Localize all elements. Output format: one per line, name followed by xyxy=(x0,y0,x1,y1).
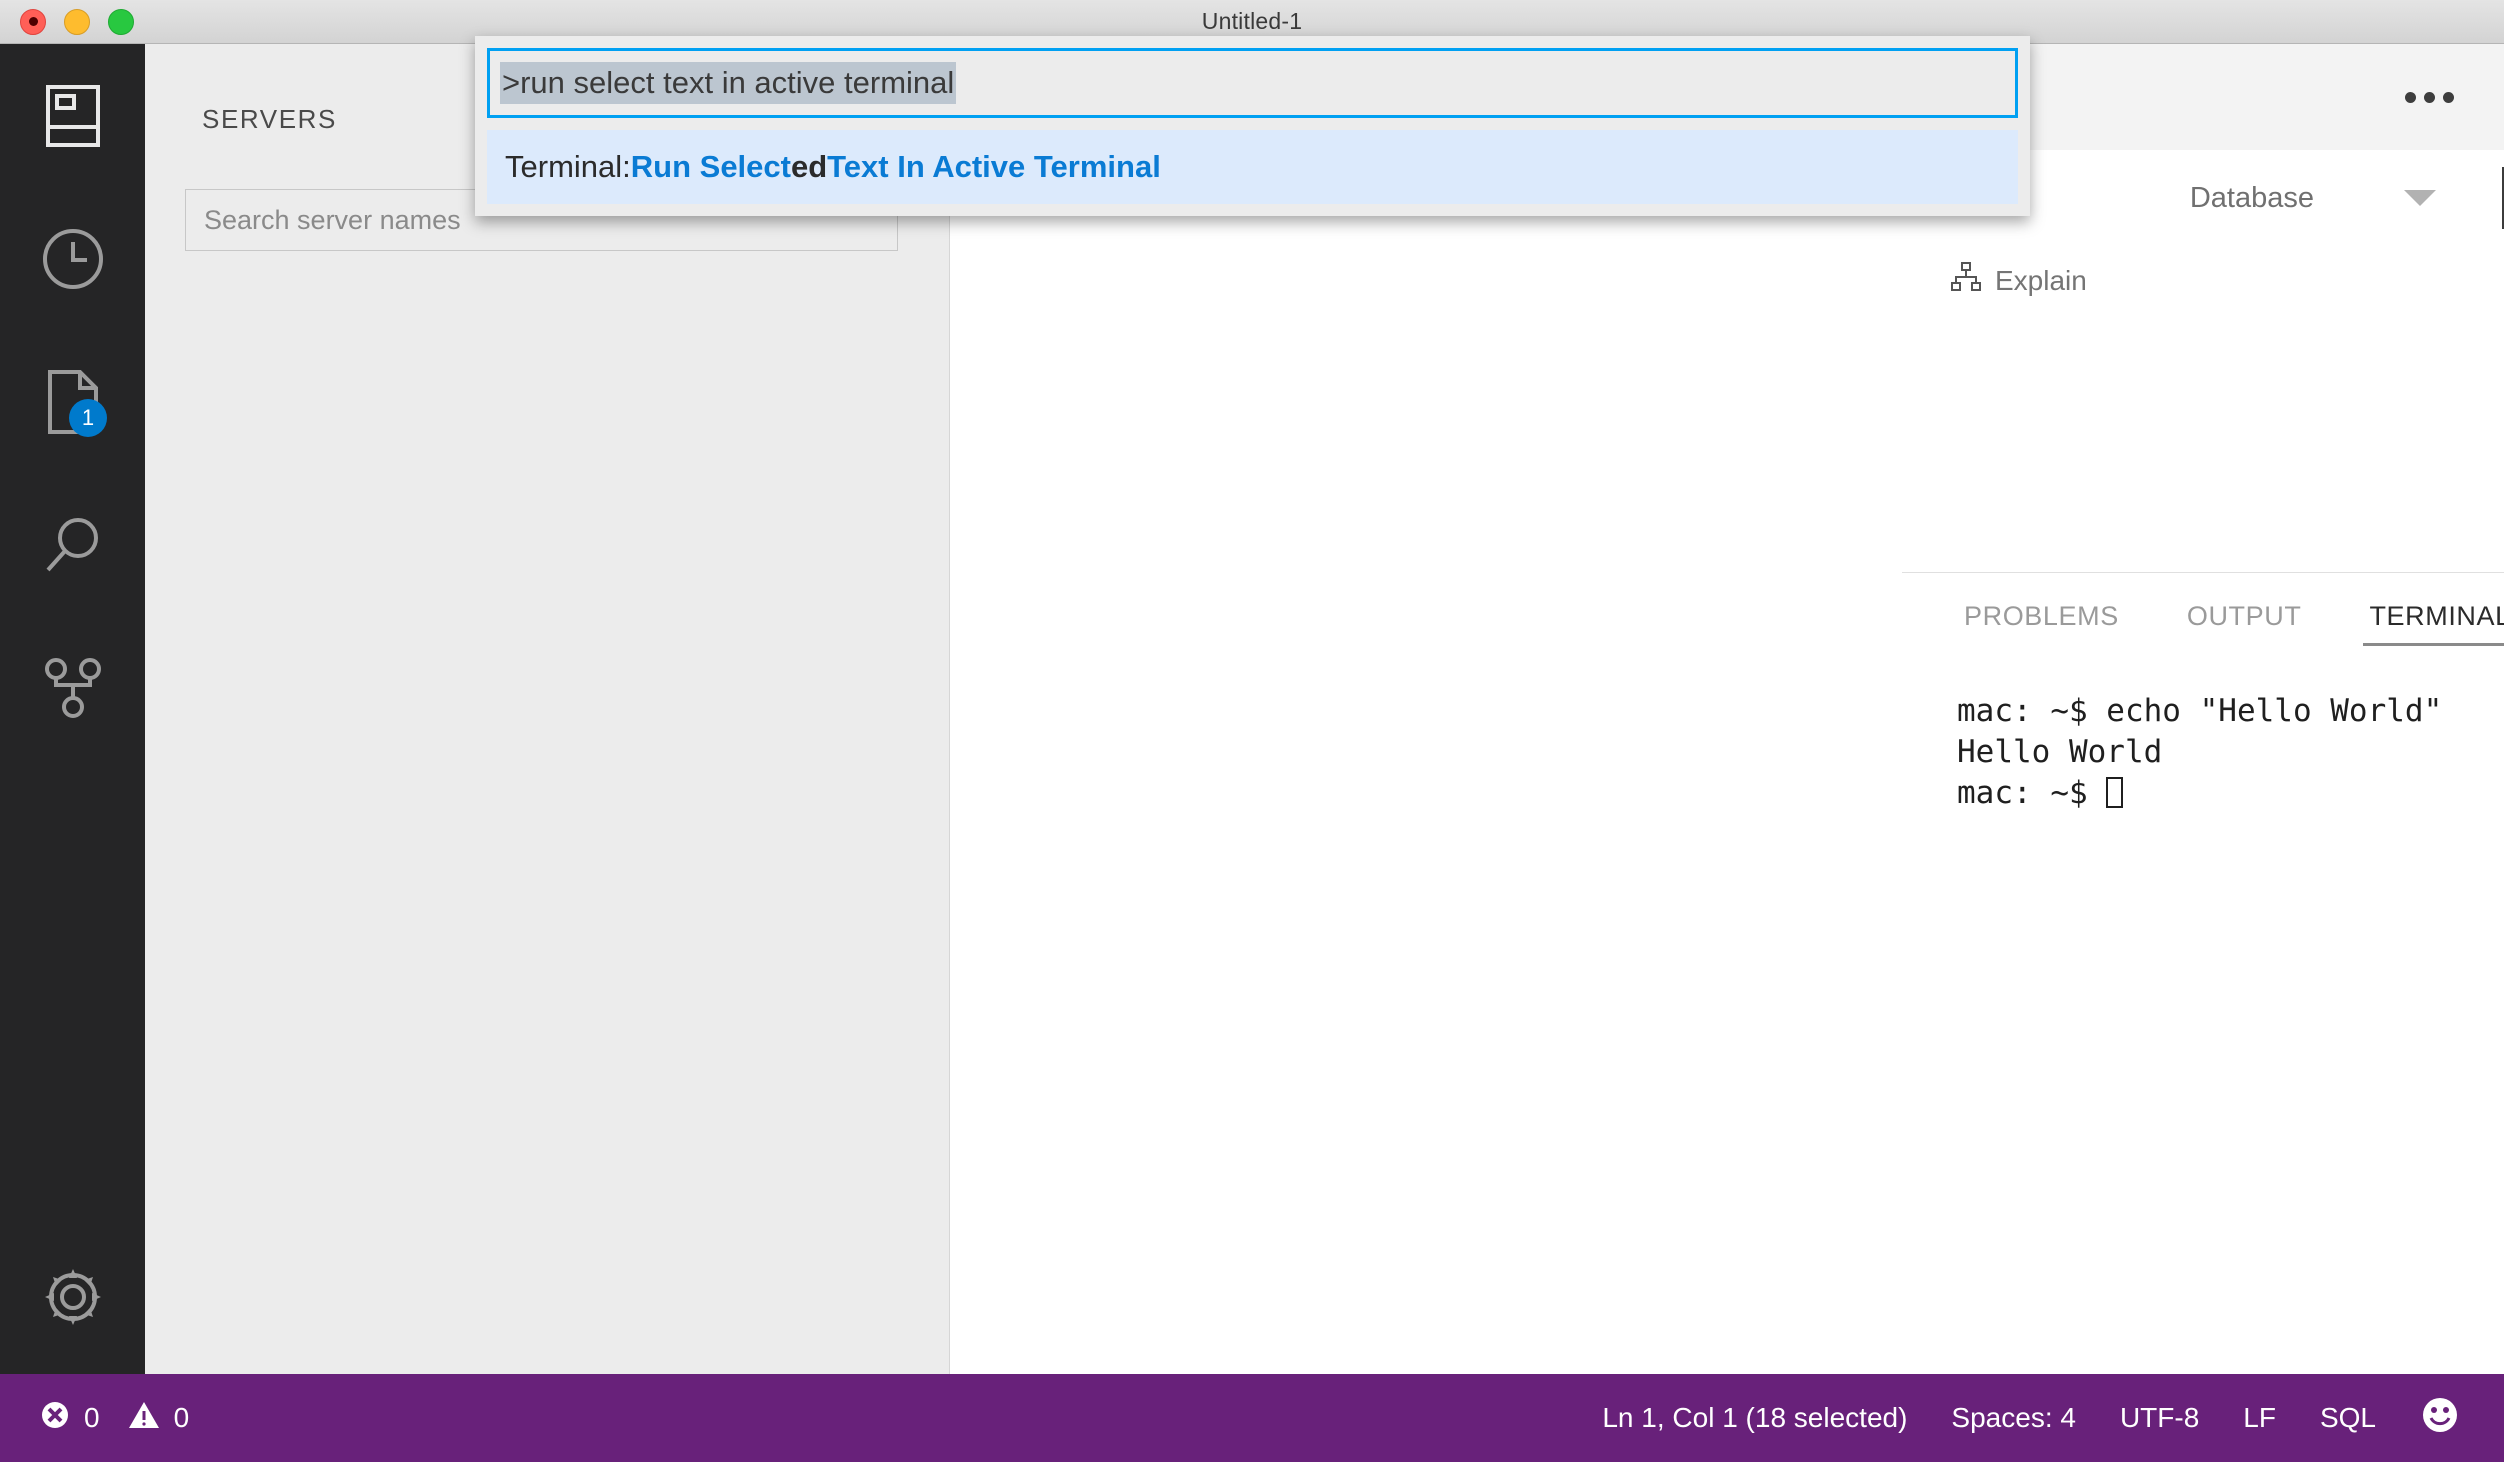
activity-item-history[interactable] xyxy=(0,187,145,330)
terminal-line: Hello World xyxy=(1957,734,2163,770)
status-language-mode[interactable]: SQL xyxy=(2298,1402,2398,1434)
status-indentation[interactable]: Spaces: 4 xyxy=(1929,1402,2098,1434)
command-label-match-1: Run Select xyxy=(630,149,791,184)
codelens-label: Explain xyxy=(1995,264,2087,296)
command-palette: >run select text in active terminal Term… xyxy=(475,36,2030,216)
tab-problems[interactable]: PROBLEMS xyxy=(1958,601,2125,646)
explorer-badge: 1 xyxy=(69,399,107,437)
database-dropdown-label: Database xyxy=(2189,181,2314,214)
ellipsis-icon-dot-3 xyxy=(2443,91,2454,103)
error-icon xyxy=(40,1400,70,1437)
smiley-icon xyxy=(2420,1395,2460,1442)
command-palette-input[interactable]: >run select text in active terminal xyxy=(487,48,2018,118)
status-bar: 0 0 Ln 1, Col 1 (18 selected) Spaces: 4 … xyxy=(0,1374,2504,1462)
command-category: Terminal: xyxy=(505,149,631,184)
warning-icon xyxy=(128,1400,160,1437)
activity-item-servers[interactable] xyxy=(0,44,145,187)
editor-line-1: 1 echo "Hello world" xyxy=(1902,316,2504,366)
ellipsis-icon-dot-1 xyxy=(2405,91,2416,103)
editor-group: Database Explain 1 echo "Hello world" xyxy=(951,44,2504,1418)
status-problems[interactable]: 0 0 xyxy=(30,1400,199,1437)
hierarchy-icon xyxy=(1951,262,1981,299)
status-feedback-smiley[interactable] xyxy=(2398,1395,2482,1442)
status-cursor-position[interactable]: Ln 1, Col 1 (18 selected) xyxy=(1580,1402,1929,1434)
clock-icon xyxy=(42,228,104,290)
status-encoding[interactable]: UTF-8 xyxy=(2098,1402,2221,1434)
activity-item-manage[interactable] xyxy=(0,1224,145,1374)
command-palette-results: Terminal: Run Select ed Text In Active Te… xyxy=(487,130,2018,204)
terminal-output[interactable]: mac: ~$ echo "Hello World" Hello World mac… xyxy=(1902,673,2504,1419)
command-label-match-2: Text In Active Terminal xyxy=(827,149,1161,184)
database-dropdown[interactable]: Database xyxy=(2190,182,2436,215)
terminal-line: mac: ~$ echo "Hello World" xyxy=(1957,693,2443,729)
terminal-prompt-line: mac: ~$ xyxy=(1957,773,2504,814)
status-bar-left: 0 0 xyxy=(30,1400,199,1437)
activity-item-explorer[interactable]: 1 xyxy=(0,330,145,473)
app-window: Untitled-1 1 SERVERS Search server names… xyxy=(0,0,2504,1462)
warning-count: 0 xyxy=(173,1402,190,1433)
activity-item-search[interactable] xyxy=(0,473,145,616)
tab-terminal[interactable]: TERMINAL xyxy=(2363,601,2504,646)
bottom-panel: PROBLEMS OUTPUT TERMINAL 1: bash xyxy=(1902,572,2504,1418)
codelens-explain[interactable]: Explain xyxy=(1951,262,2087,299)
activity-item-source-control[interactable] xyxy=(0,616,145,759)
command-palette-item[interactable]: Terminal: Run Select ed Text In Active Te… xyxy=(487,130,2018,204)
status-eol[interactable]: LF xyxy=(2221,1402,2298,1434)
terminal-cursor xyxy=(2106,777,2124,808)
source-control-icon xyxy=(44,657,102,719)
command-label-plain: ed xyxy=(790,149,828,184)
more-actions-button[interactable] xyxy=(2395,82,2464,113)
panel-tab-bar: PROBLEMS OUTPUT TERMINAL 1: bash xyxy=(1902,573,2504,673)
command-palette-value: >run select text in active terminal xyxy=(500,62,957,104)
ellipsis-icon-dot-2 xyxy=(2424,91,2435,103)
terminal-prompt: mac: ~$ xyxy=(1957,775,2107,811)
search-icon xyxy=(42,514,104,576)
error-count: 0 xyxy=(84,1402,100,1433)
gear-icon xyxy=(42,1266,104,1333)
chevron-down-icon xyxy=(2404,190,2436,206)
sidebar: SERVERS xyxy=(145,44,950,1374)
tab-output[interactable]: OUTPUT xyxy=(2181,601,2308,646)
status-bar-right: Ln 1, Col 1 (18 selected) Spaces: 4 UTF-… xyxy=(1580,1395,2482,1442)
servers-icon xyxy=(45,84,100,147)
window-title: Untitled-1 xyxy=(1201,8,1303,34)
activity-bar: 1 xyxy=(0,44,145,1374)
sidebar-title: SERVERS xyxy=(202,104,337,134)
